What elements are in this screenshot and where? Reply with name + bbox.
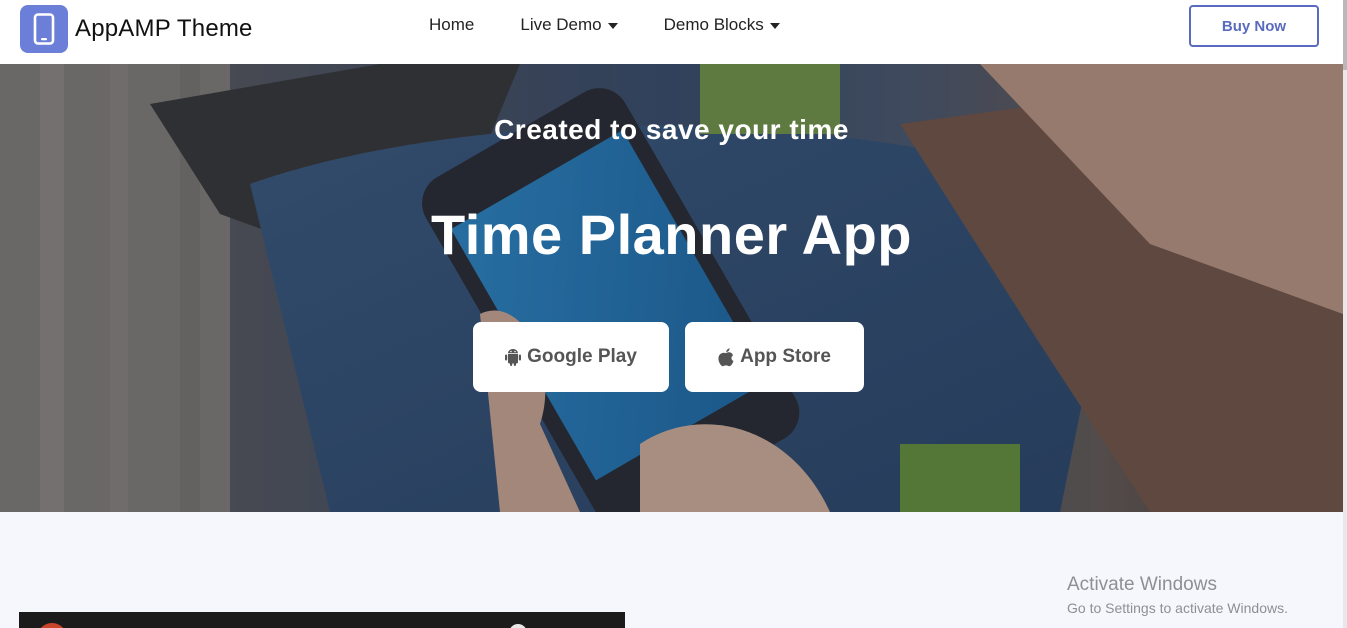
nav-item-label: Demo Blocks (663, 15, 764, 34)
top-navbar: AppAMP Theme Home Live Demo Demo Blocks … (0, 0, 1343, 64)
nav-item-home[interactable]: Home (429, 15, 474, 35)
video-control-icon (509, 624, 527, 628)
app-store-button[interactable]: App Store (685, 322, 864, 392)
brand[interactable]: AppAMP Theme (20, 5, 253, 53)
hero-subtitle: Created to save your time (494, 114, 849, 145)
scrollbar-thumb[interactable] (1343, 0, 1347, 70)
apple-icon (718, 347, 734, 367)
google-play-button[interactable]: Google Play (473, 322, 669, 392)
activate-windows-watermark: Activate Windows Go to Settings to activ… (1067, 574, 1288, 616)
nav-item-label: Live Demo (520, 15, 602, 34)
google-play-label: Google Play (527, 346, 637, 367)
android-icon (505, 348, 522, 366)
hero-title: Time Planner App (431, 203, 912, 266)
brand-title: AppAMP Theme (75, 15, 253, 42)
channel-avatar (37, 623, 67, 628)
caret-down-icon (607, 22, 618, 29)
page-scrollbar[interactable] (1343, 0, 1347, 628)
watermark-title: Activate Windows (1067, 574, 1217, 595)
watermark-subtitle: Go to Settings to activate Windows. (1067, 600, 1288, 616)
nav-item-demo-blocks[interactable]: Demo Blocks (664, 15, 780, 35)
app-store-label: App Store (740, 346, 831, 367)
nav-item-live-demo[interactable]: Live Demo (520, 15, 618, 35)
nav-item-label: Home (429, 15, 475, 34)
smartphone-icon (20, 5, 68, 53)
buy-now-button[interactable]: Buy Now (1189, 5, 1319, 47)
video-embed[interactable] (19, 612, 625, 628)
hero-section: Created to save your time Time Planner A… (0, 64, 1343, 512)
main-nav: Home Live Demo Demo Blocks (429, 14, 780, 36)
caret-down-icon (769, 22, 780, 29)
